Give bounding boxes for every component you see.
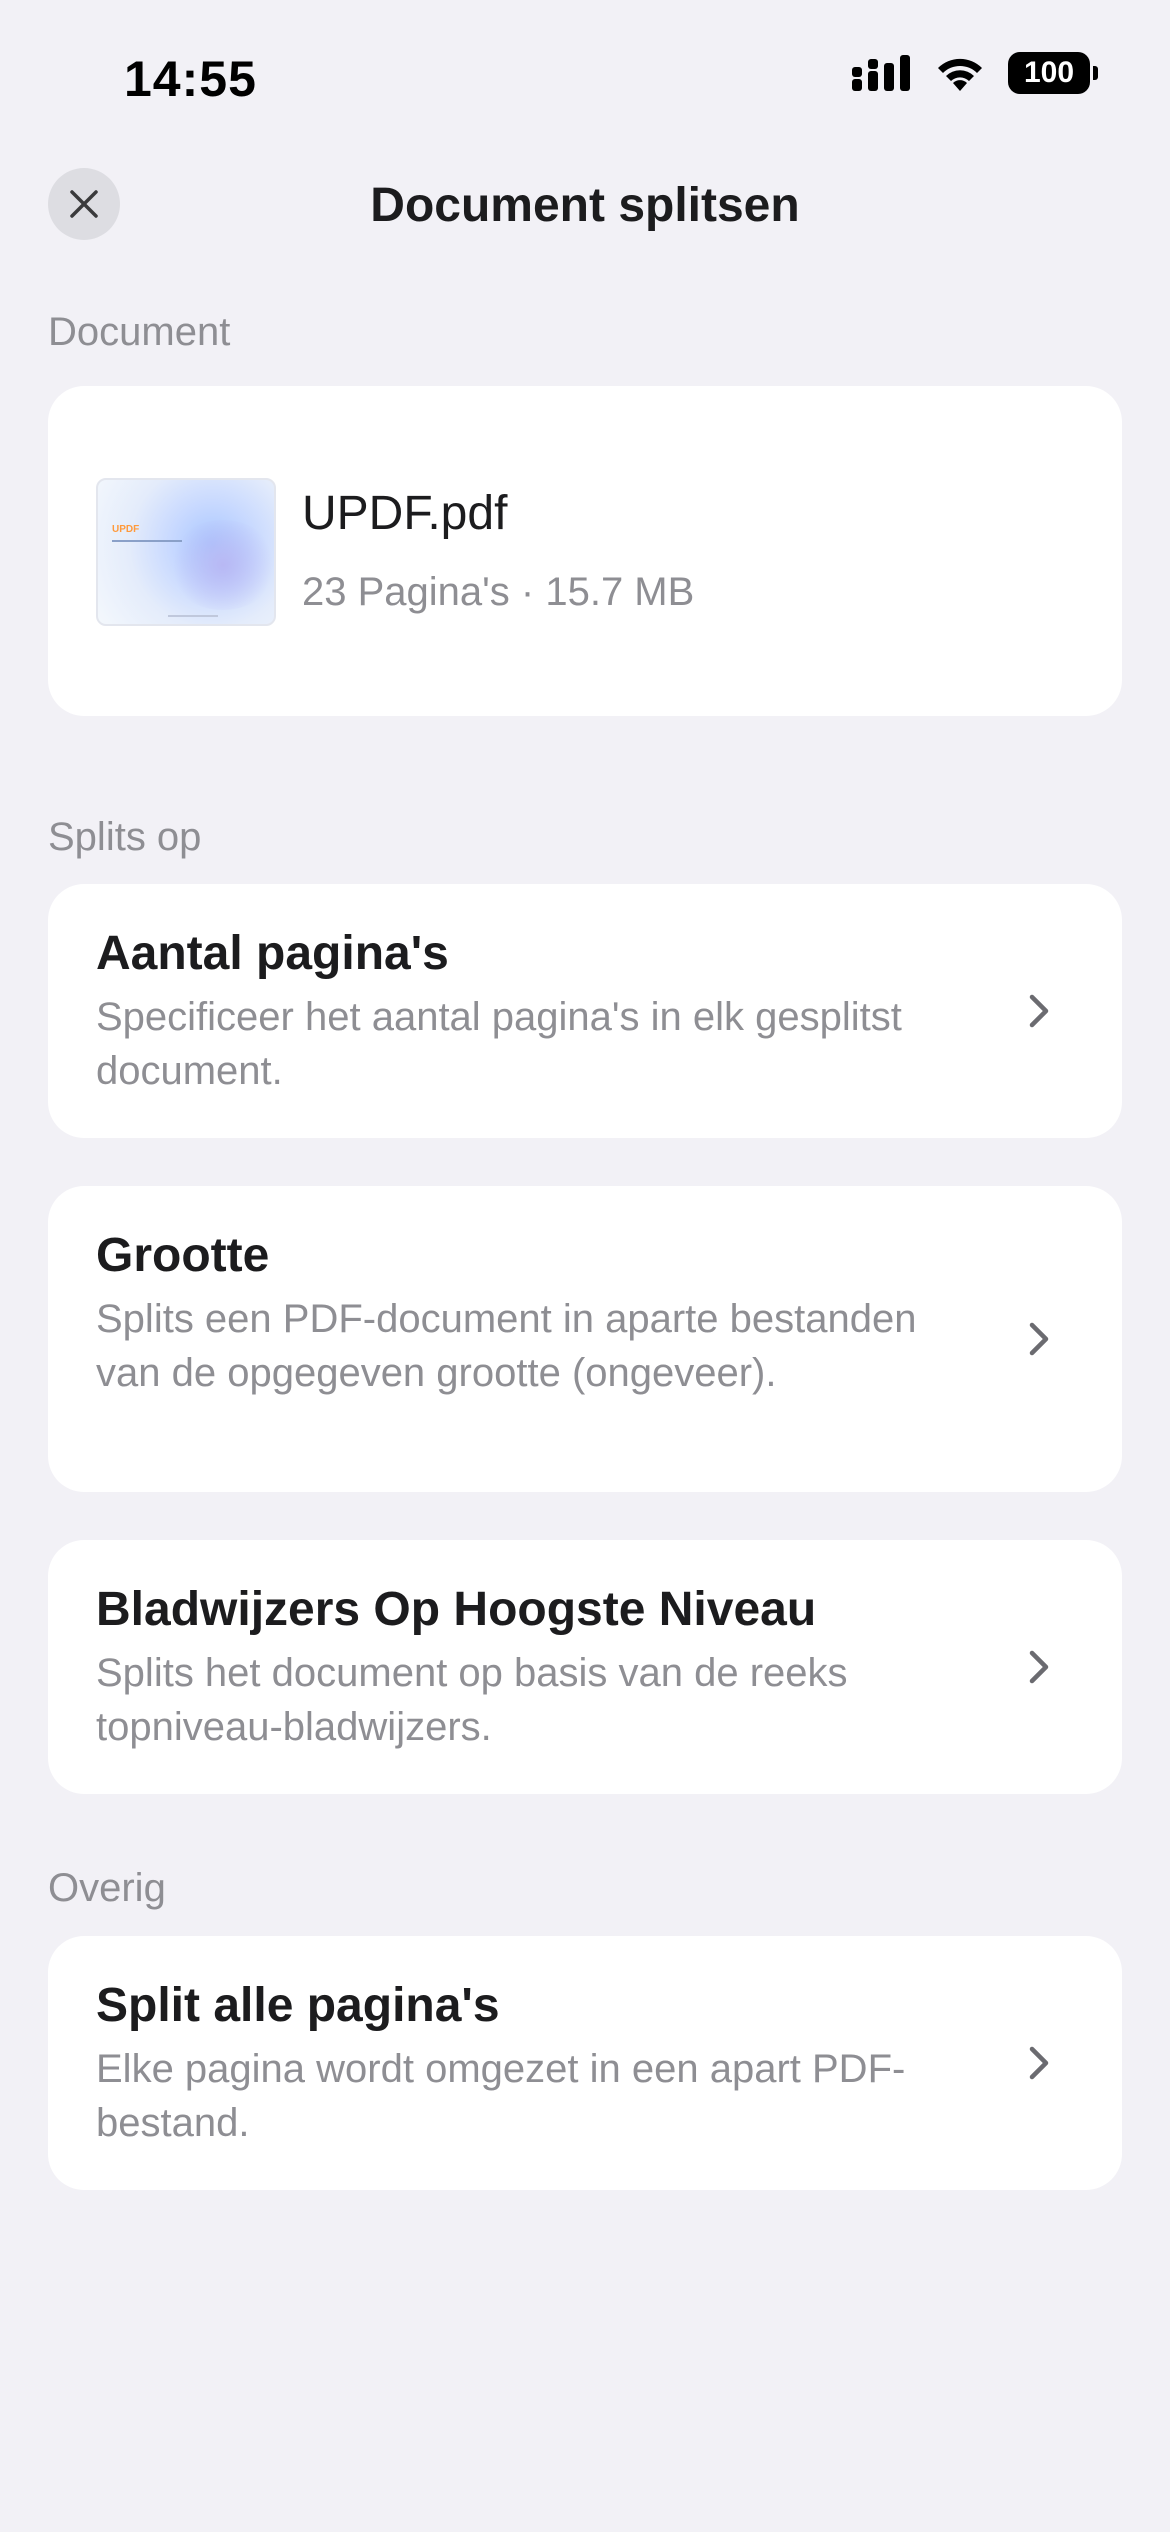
option-description: Specificeer het aantal pagina's in elk g… — [96, 995, 902, 1093]
chevron-right-icon — [1029, 1322, 1049, 1356]
option-description: Elke pagina wordt omgezet in een apart P… — [96, 2047, 906, 2145]
split-document-screen: 14:55 100 Document splitsen Document UPD… — [0, 0, 1170, 2532]
battery-icon: 100 — [1008, 52, 1098, 94]
status-icons: 100 — [852, 52, 1098, 94]
document-name: UPDF.pdf — [302, 487, 508, 540]
cellular-signal-icon — [852, 55, 910, 91]
thumbnail-graphic — [168, 520, 274, 610]
status-time: 14:55 — [124, 51, 257, 107]
chevron-right-icon — [1029, 2046, 1049, 2080]
chevron-right-icon — [1029, 994, 1049, 1028]
option-title: Aantal pagina's — [96, 927, 449, 980]
nav-header: Document splitsen — [0, 168, 1170, 244]
option-description: Splits een PDF-document in aparte bestan… — [96, 1297, 917, 1395]
thumbnail-logo: UPDF — [112, 524, 140, 535]
option-top-level-bookmarks[interactable]: Bladwijzers Op Hoogste Niveau Splits het… — [48, 1540, 1122, 1794]
document-thumbnail: UPDF — [96, 478, 276, 626]
option-title: Split alle pagina's — [96, 1979, 500, 2032]
section-label-split-by: Splits op — [48, 815, 202, 859]
option-title: Bladwijzers Op Hoogste Niveau — [96, 1583, 817, 1636]
status-bar: 14:55 100 — [0, 0, 1170, 150]
chevron-right-icon — [1029, 1650, 1049, 1684]
wifi-icon — [938, 58, 982, 91]
option-title: Grootte — [96, 1229, 270, 1282]
option-size[interactable]: Grootte Splits een PDF-document in apart… — [48, 1186, 1122, 1492]
document-meta: 23 Pagina's · 15.7 MB — [302, 570, 695, 614]
section-label-document: Document — [48, 310, 231, 354]
option-split-all-pages[interactable]: Split alle pagina's Elke pagina wordt om… — [48, 1936, 1122, 2190]
page-title: Document splitsen — [370, 179, 800, 232]
thumbnail-text-line — [112, 540, 182, 542]
thumbnail-footer-line — [168, 615, 218, 617]
document-card: UPDF UPDF.pdf 23 Pagina's · 15.7 MB — [48, 386, 1122, 716]
option-page-count[interactable]: Aantal pagina's Specificeer het aantal p… — [48, 884, 1122, 1138]
option-description: Splits het document op basis van de reek… — [96, 1651, 848, 1749]
section-label-other: Overig — [48, 1866, 166, 1910]
